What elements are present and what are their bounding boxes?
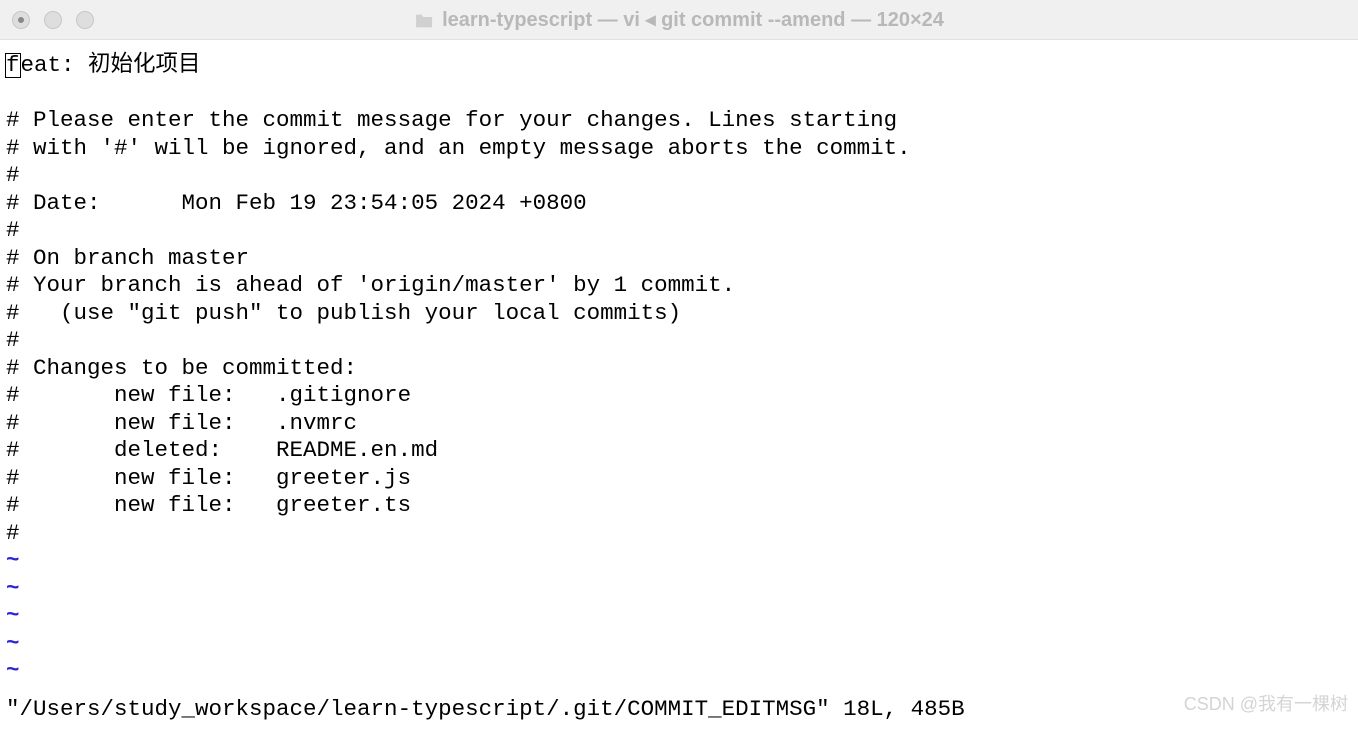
editor-line: # new file: .gitignore (6, 382, 411, 408)
editor-line: # deleted: README.en.md (6, 437, 438, 463)
editor-line: # (6, 520, 20, 546)
editor-line: # (6, 162, 20, 188)
traffic-lights (12, 11, 94, 29)
editor-line: # Date: Mon Feb 19 23:54:05 2024 +0800 (6, 190, 587, 216)
watermark: CSDN @我有一棵树 (1184, 690, 1348, 716)
minimize-button[interactable] (44, 11, 62, 29)
commit-message-line: feat: 初始化项目 (6, 52, 201, 78)
editor-line: # new file: .nvmrc (6, 410, 357, 436)
editor-line: # with '#' will be ignored, and an empty… (6, 135, 911, 161)
editor-line: # Changes to be committed: (6, 355, 357, 381)
commit-message-rest: eat: 初始化项目 (21, 52, 201, 78)
window-title-wrap: learn-typescript — vi ◂ git commit --ame… (414, 7, 944, 32)
close-button[interactable] (12, 11, 30, 29)
editor-line: # (6, 327, 20, 353)
editor-line: # new file: greeter.js (6, 465, 411, 491)
vi-status-line: "/Users/study_workspace/learn-typescript… (6, 696, 965, 722)
window-title: learn-typescript — vi ◂ git commit --ame… (442, 7, 944, 32)
empty-line-tilde: ~ (6, 630, 20, 656)
editor-line: # Your branch is ahead of 'origin/master… (6, 272, 735, 298)
editor-line: # On branch master (6, 245, 249, 271)
empty-line-tilde: ~ (6, 547, 20, 573)
folder-icon (414, 12, 434, 28)
maximize-button[interactable] (76, 11, 94, 29)
window-titlebar: learn-typescript — vi ◂ git commit --ame… (0, 0, 1358, 40)
editor-line: # (6, 217, 20, 243)
editor-line: # (use "git push" to publish your local … (6, 300, 681, 326)
empty-line-tilde: ~ (6, 602, 20, 628)
terminal-content[interactable]: feat: 初始化项目 # Please enter the commit me… (0, 40, 1358, 697)
cursor: f (5, 53, 21, 78)
empty-line-tilde: ~ (6, 575, 20, 601)
editor-line: # new file: greeter.ts (6, 492, 411, 518)
empty-line-tilde: ~ (6, 657, 20, 683)
editor-line: # Please enter the commit message for yo… (6, 107, 897, 133)
